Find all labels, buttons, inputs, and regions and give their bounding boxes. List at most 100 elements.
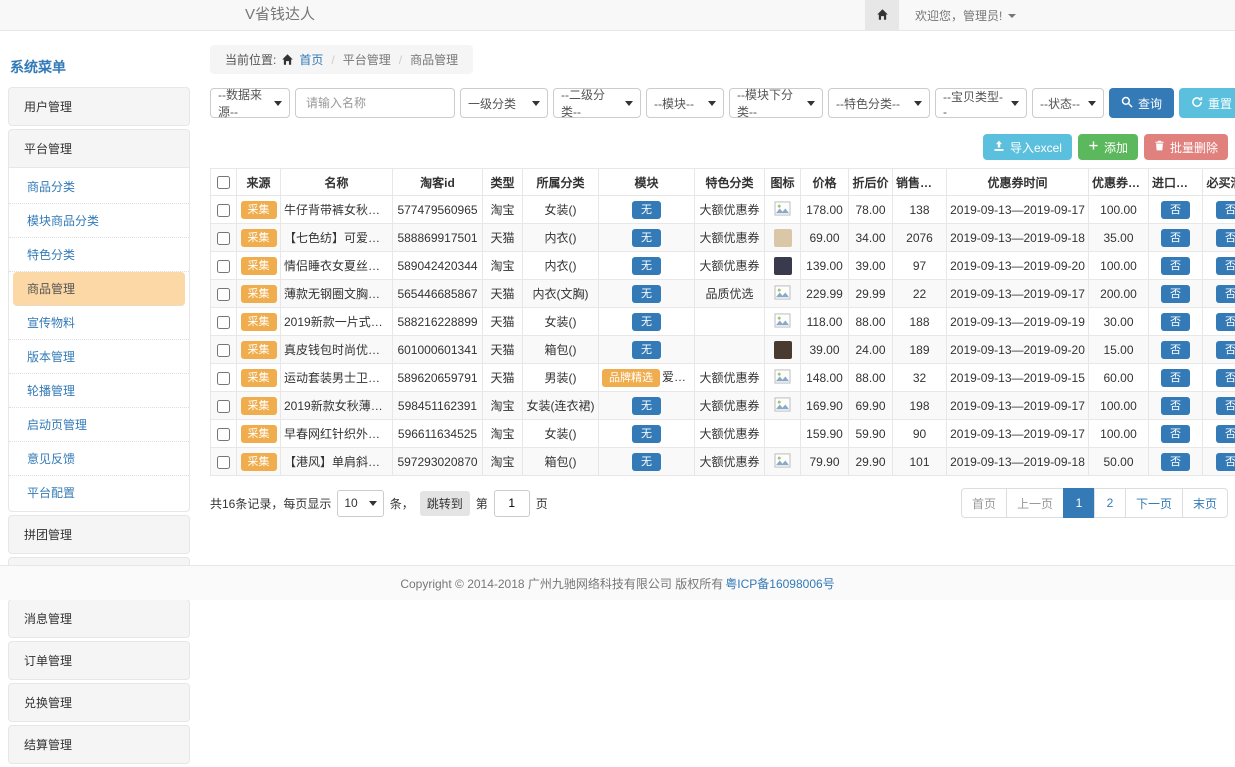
page-button-2[interactable]: 2 <box>1094 488 1126 518</box>
import-select-toggle[interactable]: 否 <box>1161 453 1190 471</box>
sidebar-item[interactable]: 商品分类 <box>9 170 189 204</box>
row-checkbox[interactable] <box>217 456 230 469</box>
discount-price: 29.99 <box>849 280 893 308</box>
import-select-toggle[interactable]: 否 <box>1161 229 1190 247</box>
must-buy-toggle[interactable]: 否 <box>1216 453 1235 471</box>
filter-select-6[interactable]: --状态-- <box>1032 88 1104 118</box>
row-checkbox[interactable] <box>217 344 230 357</box>
sidebar-item[interactable]: 模块商品分类 <box>9 204 189 238</box>
must-buy-toggle[interactable]: 否 <box>1216 257 1235 275</box>
data-source-select[interactable]: --数据来源-- <box>210 88 290 118</box>
sidebar-item[interactable]: 版本管理 <box>9 340 189 374</box>
search-button[interactable]: 查询 <box>1109 88 1174 118</box>
special-category: 大额优惠券 <box>695 392 765 420</box>
row-checkbox[interactable] <box>217 232 230 245</box>
special-category: 大额优惠券 <box>695 364 765 392</box>
sidebar-item[interactable]: 特色分类 <box>9 238 189 272</box>
icp-link[interactable]: 粤ICP备16098006号 <box>725 575 834 592</box>
import-select-toggle[interactable]: 否 <box>1161 425 1190 443</box>
chevron-down-icon <box>625 101 633 106</box>
import-select-toggle[interactable]: 否 <box>1161 397 1190 415</box>
sidebar-group-header-5[interactable]: 订单管理 <box>9 642 189 679</box>
must-buy-toggle[interactable]: 否 <box>1216 285 1235 303</box>
must-buy-toggle[interactable]: 否 <box>1216 397 1235 415</box>
filter-select-1[interactable]: --二级分类-- <box>553 88 641 118</box>
page-button-末页[interactable]: 末页 <box>1182 488 1228 518</box>
page-size-select[interactable]: 10 <box>337 490 383 517</box>
row-checkbox[interactable] <box>217 288 230 301</box>
batch-delete-button[interactable]: 批量删除 <box>1144 134 1228 160</box>
sidebar: 系统菜单 用户管理平台管理商品分类模块商品分类特色分类商品管理宣传物料版本管理轮… <box>8 45 190 767</box>
must-buy-toggle[interactable]: 否 <box>1216 341 1235 359</box>
sidebar-group-header-6[interactable]: 兑换管理 <box>9 684 189 721</box>
home-button[interactable] <box>865 0 899 31</box>
must-buy-toggle[interactable]: 否 <box>1216 201 1235 219</box>
sidebar-item[interactable]: 启动页管理 <box>9 408 189 442</box>
chevron-down-icon <box>708 101 716 106</box>
reset-button[interactable]: 重置 <box>1179 88 1235 118</box>
sidebar-group-header-4[interactable]: 消息管理 <box>9 600 189 637</box>
import-select-toggle[interactable]: 否 <box>1161 257 1190 275</box>
import-select-toggle[interactable]: 否 <box>1161 285 1190 303</box>
must-buy-toggle[interactable]: 否 <box>1216 229 1235 247</box>
column-header: 类型 <box>483 169 523 196</box>
product-type: 天猫 <box>483 364 523 392</box>
row-checkbox[interactable] <box>217 260 230 273</box>
must-buy-toggle[interactable]: 否 <box>1216 369 1235 387</box>
row-checkbox[interactable] <box>217 400 230 413</box>
filter-bar: --数据来源-- 一级分类--二级分类----模块----模块下分类----特色分… <box>210 88 1228 118</box>
filter-select-3[interactable]: --模块下分类-- <box>729 88 823 118</box>
breadcrumb-home-link[interactable]: 首页 <box>299 51 323 68</box>
broken-image-icon <box>774 289 791 303</box>
source-badge: 采集 <box>241 453 277 471</box>
import-excel-button[interactable]: 导入excel <box>983 134 1072 160</box>
jump-button[interactable]: 跳转到 <box>420 491 470 516</box>
import-select-toggle[interactable]: 否 <box>1161 201 1190 219</box>
sidebar-group-header-7[interactable]: 结算管理 <box>9 726 189 763</box>
product-category: 女装() <box>523 196 599 224</box>
sidebar-group-header-2[interactable]: 拼团管理 <box>9 516 189 553</box>
breadcrumb-prefix: 当前位置: <box>225 51 276 68</box>
products-table: 来源名称淘客id类型所属分类模块特色分类图标价格折后价销售数量优惠券时间优惠券金… <box>210 168 1235 476</box>
filter-select-2[interactable]: --模块-- <box>646 88 724 118</box>
sidebar-group-header-1[interactable]: 平台管理 <box>9 130 189 167</box>
source-badge: 采集 <box>241 313 277 331</box>
main-content: 当前位置: 首页 / 平台管理 / 商品管理 --数据来源--一级分类--二级分… <box>210 45 1228 518</box>
must-buy-toggle[interactable]: 否 <box>1216 313 1235 331</box>
row-checkbox[interactable] <box>217 428 230 441</box>
table-row: 采集早春网红针织外套女春...596611634525淘宝女装()无大额优惠券1… <box>211 420 1235 448</box>
page-button-首页[interactable]: 首页 <box>961 488 1007 518</box>
sales-count: 2076 <box>893 224 947 252</box>
chevron-down-icon <box>914 101 922 106</box>
sidebar-item[interactable]: 意见反馈 <box>9 442 189 476</box>
user-menu[interactable]: 欢迎您，管理员! <box>915 7 1016 24</box>
sidebar-group-header-0[interactable]: 用户管理 <box>9 88 189 125</box>
filter-select-4[interactable]: --特色分类-- <box>828 88 930 118</box>
row-checkbox[interactable] <box>217 372 230 385</box>
import-select-toggle[interactable]: 否 <box>1161 369 1190 387</box>
jump-page-input[interactable] <box>494 490 530 517</box>
name-search-input[interactable] <box>295 88 455 118</box>
select-all-checkbox[interactable] <box>217 176 230 189</box>
product-name: 运动套装男士卫衣初秋... <box>281 364 393 392</box>
row-checkbox[interactable] <box>217 316 230 329</box>
sidebar-item[interactable]: 平台配置 <box>9 476 189 509</box>
sidebar-item[interactable]: 宣传物料 <box>9 306 189 340</box>
table-row: 采集2019新款一片式系...588216228899天猫女装()无118.00… <box>211 308 1235 336</box>
sidebar-item[interactable]: 轮播管理 <box>9 374 189 408</box>
add-button[interactable]: 添加 <box>1078 134 1138 160</box>
module-badge: 无 <box>632 313 661 331</box>
table-row: 采集2019新款女秋薄款...598451162391淘宝女装(连衣裙)无大额优… <box>211 392 1235 420</box>
filter-select-0[interactable]: 一级分类 <box>460 88 548 118</box>
sidebar-item[interactable]: 商品管理 <box>13 272 185 306</box>
row-checkbox[interactable] <box>217 204 230 217</box>
page-button-下一页[interactable]: 下一页 <box>1125 488 1183 518</box>
product-name: 薄款无钢圈文胸聚拢性... <box>281 280 393 308</box>
breadcrumb-item: 商品管理 <box>410 51 458 68</box>
import-select-toggle[interactable]: 否 <box>1161 313 1190 331</box>
page-button-上一页[interactable]: 上一页 <box>1006 488 1064 518</box>
filter-select-5[interactable]: --宝贝类型-- <box>935 88 1027 118</box>
import-select-toggle[interactable]: 否 <box>1161 341 1190 359</box>
must-buy-toggle[interactable]: 否 <box>1216 425 1235 443</box>
page-button-1[interactable]: 1 <box>1063 488 1095 518</box>
